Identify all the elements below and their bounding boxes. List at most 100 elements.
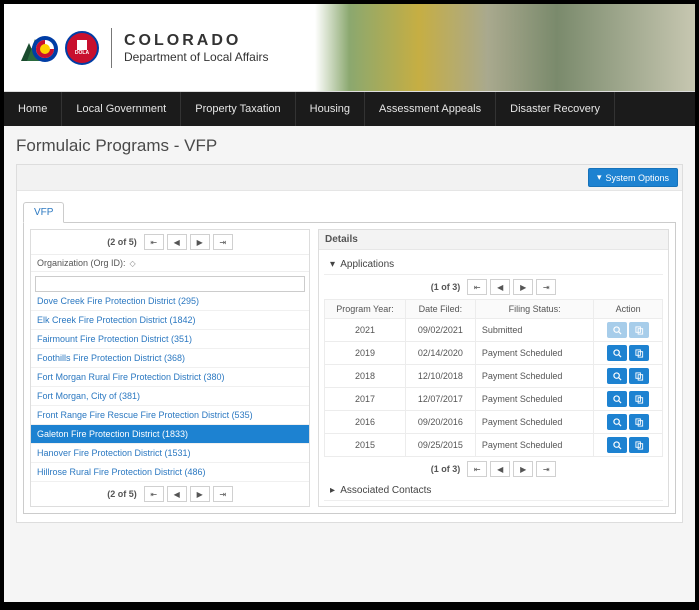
org-list-item[interactable]: Hillrose Rural Fire Protection District …	[31, 463, 309, 482]
table-row: 201902/14/2020Payment Scheduled	[325, 342, 663, 365]
copy-action-button[interactable]	[629, 414, 649, 430]
col-program-year[interactable]: Program Year:	[325, 300, 406, 319]
cell-status: Payment Scheduled	[475, 411, 594, 434]
org-list-item[interactable]: Galeton Fire Protection District (1833)	[31, 425, 309, 444]
org-list: Dove Creek Fire Protection District (295…	[31, 292, 309, 482]
cell-actions	[594, 434, 663, 457]
pager-prev-button[interactable]: ◀	[167, 486, 187, 502]
pager-last-button[interactable]: ⇥	[536, 461, 556, 477]
applications-table: Program Year: Date Filed: Filing Status:…	[324, 299, 663, 457]
pager-next-button[interactable]: ▶	[513, 461, 533, 477]
org-pager-label-top: (2 of 5)	[107, 237, 137, 247]
caret-right-icon: ▸	[330, 485, 338, 496]
org-filter-row	[31, 272, 309, 292]
cell-status: Payment Scheduled	[475, 388, 594, 411]
cell-actions	[594, 388, 663, 411]
copy-action-button[interactable]	[629, 391, 649, 407]
cell-actions	[594, 342, 663, 365]
copy-action-button[interactable]	[629, 322, 649, 338]
pager-prev-button[interactable]: ◀	[167, 234, 187, 250]
nav-housing[interactable]: Housing	[296, 92, 365, 126]
pager-prev-button[interactable]: ◀	[490, 461, 510, 477]
header-banner: DOLA COLORADO Department of Local Affair…	[4, 4, 695, 92]
system-options-label: System Options	[605, 173, 669, 183]
org-list-item[interactable]: Fairmount Fire Protection District (351)	[31, 330, 309, 349]
pager-first-button[interactable]: ⇤	[144, 486, 164, 502]
pager-prev-button[interactable]: ◀	[490, 279, 510, 295]
copy-action-button[interactable]	[629, 437, 649, 453]
pager-last-button[interactable]: ⇥	[213, 486, 233, 502]
caret-down-icon: ▾	[330, 259, 338, 270]
logo-group: DOLA COLORADO Department of Local Affair…	[19, 28, 269, 68]
org-list-item[interactable]: Front Range Fire Rescue Fire Protection …	[31, 406, 309, 425]
view-action-button[interactable]	[607, 322, 627, 338]
pager-first-button[interactable]: ⇤	[467, 279, 487, 295]
sort-icon: ◇	[130, 259, 136, 268]
pager-next-button[interactable]: ▶	[190, 234, 210, 250]
view-action-button[interactable]	[607, 345, 627, 361]
pager-first-button[interactable]: ⇤	[144, 234, 164, 250]
pager-last-button[interactable]: ⇥	[536, 279, 556, 295]
view-action-button[interactable]	[607, 391, 627, 407]
associated-contacts-accordion[interactable]: ▸ Associated Contacts	[324, 481, 663, 501]
org-list-item[interactable]: Fort Morgan Rural Fire Protection Distri…	[31, 368, 309, 387]
org-filter-input[interactable]	[35, 276, 305, 292]
col-filing-status[interactable]: Filing Status:	[475, 300, 594, 319]
cell-date: 09/02/2021	[405, 319, 475, 342]
org-list-item[interactable]: Hanover Fire Protection District (1531)	[31, 444, 309, 463]
nav-property-taxation[interactable]: Property Taxation	[181, 92, 295, 126]
apps-pager-top: (1 of 3) ⇤ ◀ ▶ ⇥	[324, 275, 663, 299]
page-panel-header: ▾ System Options	[17, 165, 682, 191]
nav-assessment-appeals[interactable]: Assessment Appeals	[365, 92, 496, 126]
cell-status: Payment Scheduled	[475, 342, 594, 365]
cell-year: 2021	[325, 319, 406, 342]
cell-status: Payment Scheduled	[475, 434, 594, 457]
org-list-item[interactable]: Dove Creek Fire Protection District (295…	[31, 292, 309, 311]
nav-disaster-recovery[interactable]: Disaster Recovery	[496, 92, 615, 126]
apps-pager-label-bottom: (1 of 3)	[431, 464, 461, 474]
cell-actions	[594, 365, 663, 388]
page-panel: ▾ System Options VFP (2 of 5) ⇤ ◀ ▶	[16, 164, 683, 523]
top-nav: Home Local Government Property Taxation …	[4, 92, 695, 126]
org-column-header[interactable]: Organization (Org ID): ◇	[31, 254, 309, 272]
tab-vfp[interactable]: VFP	[23, 202, 64, 223]
org-list-item[interactable]: Fort Morgan, City of (381)	[31, 387, 309, 406]
nav-home[interactable]: Home	[4, 92, 62, 126]
col-action: Action	[594, 300, 663, 319]
table-row: 201609/20/2016Payment Scheduled	[325, 411, 663, 434]
org-header-label: Organization (Org ID):	[37, 258, 126, 268]
cell-date: 09/20/2016	[405, 411, 475, 434]
nav-local-government[interactable]: Local Government	[62, 92, 181, 126]
details-header: Details	[319, 230, 668, 250]
caret-down-icon: ▾	[597, 172, 602, 183]
copy-action-button[interactable]	[629, 368, 649, 384]
pager-first-button[interactable]: ⇤	[467, 461, 487, 477]
table-row: 201812/10/2018Payment Scheduled	[325, 365, 663, 388]
copy-action-button[interactable]	[629, 345, 649, 361]
dola-badge-icon: DOLA	[65, 31, 99, 65]
cell-status: Submitted	[475, 319, 594, 342]
org-list-item[interactable]: Elk Creek Fire Protection District (1842…	[31, 311, 309, 330]
view-action-button[interactable]	[607, 437, 627, 453]
table-row: 202109/02/2021Submitted	[325, 319, 663, 342]
col-date-filed[interactable]: Date Filed:	[405, 300, 475, 319]
org-list-item[interactable]: Foothills Fire Protection District (368)	[31, 349, 309, 368]
associated-contacts-label: Associated Contacts	[340, 485, 431, 496]
pager-last-button[interactable]: ⇥	[213, 234, 233, 250]
brand-name: COLORADO	[124, 32, 269, 50]
cell-year: 2019	[325, 342, 406, 365]
cell-year: 2015	[325, 434, 406, 457]
cell-date: 12/07/2017	[405, 388, 475, 411]
system-options-button[interactable]: ▾ System Options	[588, 168, 678, 187]
applications-accordion[interactable]: ▾ Applications	[324, 255, 663, 275]
cell-status: Payment Scheduled	[475, 365, 594, 388]
brand-text: COLORADO Department of Local Affairs	[124, 32, 269, 64]
cell-actions	[594, 319, 663, 342]
view-action-button[interactable]	[607, 414, 627, 430]
pager-next-button[interactable]: ▶	[513, 279, 533, 295]
view-action-button[interactable]	[607, 368, 627, 384]
applications-label: Applications	[340, 259, 394, 270]
tab-strip: VFP	[23, 201, 676, 222]
pager-next-button[interactable]: ▶	[190, 486, 210, 502]
apps-pager-label-top: (1 of 3)	[431, 282, 461, 292]
